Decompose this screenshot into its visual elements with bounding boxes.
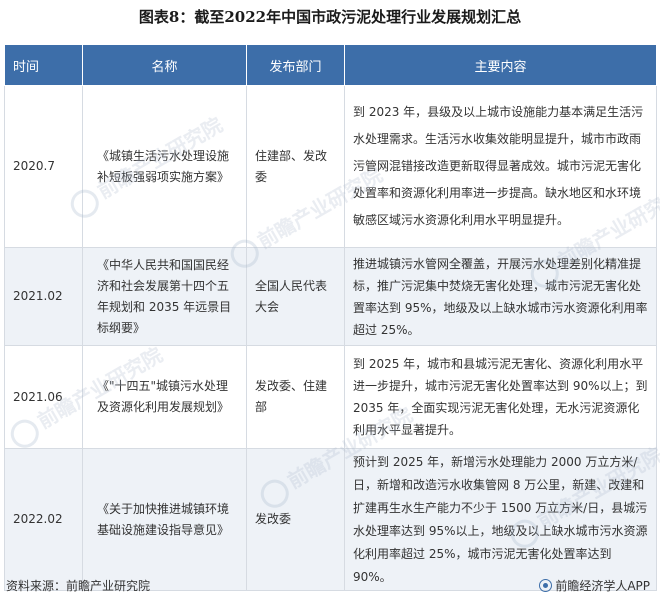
table-row: 2020.7 《城镇生活污水处理设施补短板强弱项实施方案》 住建部、发改委 到 … (4, 85, 657, 248)
cell-content: 推进城镇污水管网全覆盖，开展污水处理差别化精准提标，推广污泥集中焚烧无害化处理，… (344, 247, 657, 346)
table-row: 2022.02 《关于加快推进城镇环境基础设施建设指导意见》 发改委 预计到 2… (4, 448, 657, 591)
cell-time: 2021.02 (4, 247, 83, 346)
cell-name: 《"十四五"城镇污水处理及资源化利用发展规划》 (82, 345, 247, 449)
cell-name: 《城镇生活污水处理设施补短板强弱项实施方案》 (82, 85, 247, 248)
cell-time: 2022.02 (4, 448, 83, 591)
cell-dept: 发改委、住建部 (246, 345, 345, 449)
planning-table: 时间 名称 发布部门 主要内容 2020.7 《城镇生活污水处理设施补短板强弱项… (4, 44, 657, 591)
brand-label: 前瞻经济学人APP (555, 579, 650, 593)
qianzhan-app-icon (539, 579, 553, 592)
cell-time: 2020.7 (4, 85, 83, 248)
table-row: 2021.02 《中华人民共和国国民经济和社会发展第十四个五年规划和 2035 … (4, 247, 657, 346)
header-name: 名称 (82, 44, 247, 86)
figure-title: 图表8：截至2022年中国市政污泥处理行业发展规划汇总 (138, 8, 522, 26)
table-header-row: 时间 名称 发布部门 主要内容 (4, 44, 657, 86)
header-time: 时间 (4, 44, 83, 86)
cell-dept: 全国人民代表大会 (246, 247, 345, 346)
cell-dept: 发改委 (246, 448, 345, 591)
header-dept: 发布部门 (246, 44, 345, 86)
table-row: 2021.06 《"十四五"城镇污水处理及资源化利用发展规划》 发改委、住建部 … (4, 345, 657, 449)
brand-credit: 前瞻经济学人APP (539, 577, 650, 594)
cell-content: 到 2025 年，城市和县城污泥无害化、资源化利用水平进一步提升，城市污泥无害化… (344, 345, 657, 449)
source-note: 资料来源：前瞻产业研究院 (6, 579, 151, 593)
cell-content: 预计到 2025 年，新增污水处理能力 2000 万立方米/日，新增和改造污水收… (344, 448, 657, 591)
header-content: 主要内容 (344, 44, 657, 86)
cell-time: 2021.06 (4, 345, 83, 449)
cell-name: 《中华人民共和国国民经济和社会发展第十四个五年规划和 2035 年远景目标纲要》 (82, 247, 247, 346)
cell-content: 到 2023 年，县级及以上城市设施能力基本满足生活污水处理需求。生活污水收集效… (344, 85, 657, 248)
cell-name: 《关于加快推进城镇环境基础设施建设指导意见》 (82, 448, 247, 591)
cell-dept: 住建部、发改委 (246, 85, 345, 248)
